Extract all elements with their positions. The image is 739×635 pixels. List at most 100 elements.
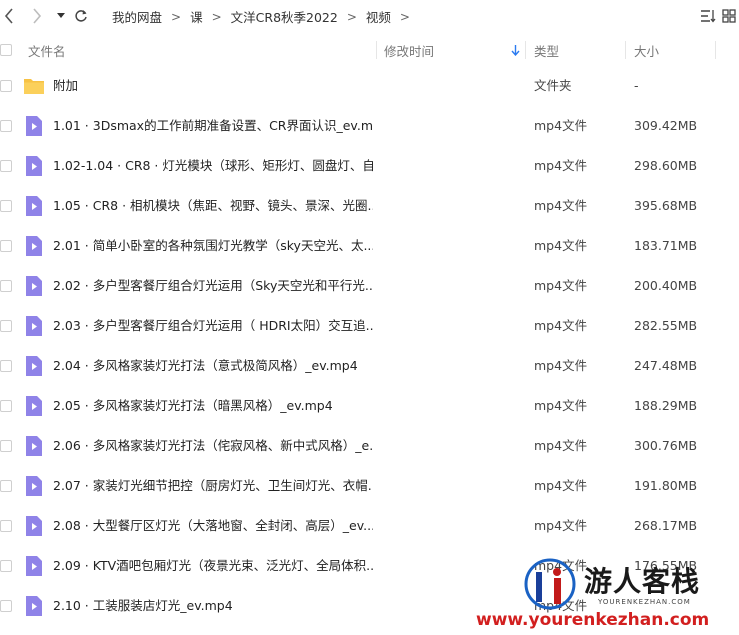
column-size[interactable]: 大小 bbox=[634, 35, 659, 65]
video-file-icon bbox=[26, 196, 42, 216]
chevron-right-icon: > bbox=[171, 9, 182, 24]
row-checkbox[interactable] bbox=[0, 400, 12, 412]
file-name[interactable]: 1.01 · 3Dsmax的工作前期准备设置、CR界面认识_ev.mp4 bbox=[53, 106, 373, 146]
file-name[interactable]: 2.07 · 家装灯光细节把控（厨房灯光、卫生间灯光、衣帽... bbox=[53, 466, 373, 506]
file-row[interactable]: 2.02 · 多户型客餐厅组合灯光运用（Sky天空光和平行光... mp4文件 … bbox=[0, 266, 739, 306]
chevron-right-icon: > bbox=[346, 9, 357, 24]
row-checkbox[interactable] bbox=[0, 600, 12, 612]
breadcrumb-item-course[interactable]: 课 bbox=[188, 7, 205, 26]
sort-arrow-down-icon bbox=[511, 45, 520, 56]
column-type[interactable]: 类型 bbox=[534, 35, 559, 65]
row-checkbox[interactable] bbox=[0, 200, 12, 212]
file-row-folder[interactable]: 附加 文件夹 - bbox=[0, 66, 739, 106]
column-modified-label: 修改时间 bbox=[384, 43, 435, 59]
sort-list-icon bbox=[701, 10, 716, 23]
file-type: mp4文件 bbox=[534, 278, 588, 293]
chevron-right-icon: > bbox=[399, 9, 410, 24]
file-row[interactable]: 2.04 · 多风格家装灯光打法（意式极简风格）_ev.mp4 mp4文件 24… bbox=[0, 346, 739, 386]
file-size: 282.55MB bbox=[634, 318, 698, 333]
forward-button[interactable] bbox=[28, 6, 46, 26]
video-file-icon bbox=[26, 476, 42, 496]
breadcrumb-item-video[interactable]: 视频 bbox=[364, 7, 393, 26]
file-row[interactable]: 2.09 · KTV酒吧包厢灯光（夜景光束、泛光灯、全局体积... mp4文件 … bbox=[0, 546, 739, 586]
file-row[interactable]: 2.08 · 大型餐厅区灯光（大落地窗、全封闭、高层）_ev.... mp4文件… bbox=[0, 506, 739, 546]
video-file-icon bbox=[26, 316, 42, 336]
file-row[interactable]: 1.05 · CR8 · 相机模块（焦距、视野、镜头、景深、光圈... mp4文… bbox=[0, 186, 739, 226]
file-name[interactable]: 2.10 · 工装服装店灯光_ev.mp4 bbox=[53, 586, 373, 626]
row-checkbox[interactable] bbox=[0, 520, 12, 532]
video-file-icon bbox=[26, 276, 42, 296]
refresh-icon bbox=[75, 10, 87, 22]
file-size: 247.48MB bbox=[634, 358, 698, 373]
file-row[interactable]: 1.01 · 3Dsmax的工作前期准备设置、CR界面认识_ev.mp4 mp4… bbox=[0, 106, 739, 146]
breadcrumb-item-root[interactable]: 我的网盘 bbox=[110, 7, 164, 26]
row-checkbox[interactable] bbox=[0, 160, 12, 172]
column-modified[interactable]: 修改时间 bbox=[384, 35, 524, 65]
sort-button[interactable] bbox=[699, 7, 717, 25]
row-checkbox[interactable] bbox=[0, 80, 12, 92]
chevron-right-icon bbox=[33, 8, 42, 24]
row-checkbox[interactable] bbox=[0, 440, 12, 452]
row-checkbox[interactable] bbox=[0, 480, 12, 492]
file-name[interactable]: 2.08 · 大型餐厅区灯光（大落地窗、全封闭、高层）_ev.... bbox=[53, 506, 373, 546]
video-file-icon bbox=[26, 436, 42, 456]
file-size: 300.76MB bbox=[634, 438, 698, 453]
row-checkbox[interactable] bbox=[0, 360, 12, 372]
file-size: 395.68MB bbox=[634, 198, 698, 213]
breadcrumb: 我的网盘 > 课 > 文洋CR8秋季2022 > 视频 > bbox=[110, 7, 417, 26]
back-button[interactable] bbox=[0, 6, 18, 26]
file-name[interactable]: 2.05 · 多风格家装灯光打法（暗黑风格）_ev.mp4 bbox=[53, 386, 373, 426]
file-type: mp4文件 bbox=[534, 478, 588, 493]
refresh-button[interactable] bbox=[72, 6, 90, 26]
row-checkbox[interactable] bbox=[0, 120, 12, 132]
file-type: mp4文件 bbox=[534, 318, 588, 333]
column-divider[interactable] bbox=[625, 41, 626, 59]
file-size: 183.71MB bbox=[634, 238, 698, 253]
file-name[interactable]: 1.02-1.04 · CR8 · 灯光模块（球形、矩形灯、圆盘灯、自... bbox=[53, 146, 373, 186]
breadcrumb-item-season[interactable]: 文洋CR8秋季2022 bbox=[229, 7, 340, 26]
history-menu-button[interactable] bbox=[54, 6, 68, 26]
file-name[interactable]: 2.09 · KTV酒吧包厢灯光（夜景光束、泛光灯、全局体积... bbox=[53, 546, 373, 586]
file-name[interactable]: 1.05 · CR8 · 相机模块（焦距、视野、镜头、景深、光圈... bbox=[53, 186, 373, 226]
file-type: mp4文件 bbox=[534, 118, 588, 133]
column-divider[interactable] bbox=[525, 41, 526, 59]
file-size: 176.55MB bbox=[634, 558, 698, 573]
view-toggle-button[interactable] bbox=[721, 7, 737, 25]
file-row[interactable]: 2.10 · 工装服装店灯光_ev.mp4 mp4文件 bbox=[0, 586, 739, 626]
file-row[interactable]: 2.01 · 简单小卧室的各种氛围灯光教学（sky天空光、太... mp4文件 … bbox=[0, 226, 739, 266]
column-divider[interactable] bbox=[715, 41, 716, 59]
file-row[interactable]: 2.05 · 多风格家装灯光打法（暗黑风格）_ev.mp4 mp4文件 188.… bbox=[0, 386, 739, 426]
file-size: 268.17MB bbox=[634, 518, 698, 533]
file-row[interactable]: 1.02-1.04 · CR8 · 灯光模块（球形、矩形灯、圆盘灯、自... m… bbox=[0, 146, 739, 186]
file-name[interactable]: 2.01 · 简单小卧室的各种氛围灯光教学（sky天空光、太... bbox=[53, 226, 373, 266]
file-name[interactable]: 2.02 · 多户型客餐厅组合灯光运用（Sky天空光和平行光... bbox=[53, 266, 373, 306]
video-file-icon bbox=[26, 156, 42, 176]
file-name[interactable]: 2.06 · 多风格家装灯光打法（侘寂风格、新中式风格）_e... bbox=[53, 426, 373, 466]
column-divider[interactable] bbox=[376, 41, 377, 59]
column-name[interactable]: 文件名 bbox=[28, 35, 66, 65]
row-checkbox[interactable] bbox=[0, 560, 12, 572]
file-name[interactable]: 2.03 · 多户型客餐厅组合灯光运用（ HDRI太阳）交互追... bbox=[53, 306, 373, 346]
row-checkbox[interactable] bbox=[0, 280, 12, 292]
file-name[interactable]: 2.04 · 多风格家装灯光打法（意式极简风格）_ev.mp4 bbox=[53, 346, 373, 386]
file-list: 附加 文件夹 - 1.01 · 3Dsmax的工作前期准备设置、CR界面认识_e… bbox=[0, 66, 739, 635]
file-row[interactable]: 2.06 · 多风格家装灯光打法（侘寂风格、新中式风格）_e... mp4文件 … bbox=[0, 426, 739, 466]
column-type-label: 类型 bbox=[534, 43, 560, 59]
file-size: 191.80MB bbox=[634, 478, 698, 493]
file-type: mp4文件 bbox=[534, 398, 588, 413]
file-type: mp4文件 bbox=[534, 198, 588, 213]
video-file-icon bbox=[26, 396, 42, 416]
select-all-checkbox[interactable] bbox=[0, 44, 12, 56]
column-name-label: 文件名 bbox=[28, 43, 66, 59]
grid-view-icon bbox=[722, 9, 736, 23]
video-file-icon bbox=[26, 596, 42, 616]
file-type: mp4文件 bbox=[534, 518, 588, 533]
file-row[interactable]: 2.07 · 家装灯光细节把控（厨房灯光、卫生间灯光、衣帽... mp4文件 1… bbox=[0, 466, 739, 506]
column-size-label: 大小 bbox=[634, 43, 660, 59]
row-checkbox[interactable] bbox=[0, 320, 12, 332]
file-name[interactable]: 附加 bbox=[53, 66, 373, 106]
row-checkbox[interactable] bbox=[0, 240, 12, 252]
file-size: - bbox=[634, 78, 639, 93]
file-size: 309.42MB bbox=[634, 118, 698, 133]
file-row[interactable]: 2.03 · 多户型客餐厅组合灯光运用（ HDRI太阳）交互追... mp4文件… bbox=[0, 306, 739, 346]
